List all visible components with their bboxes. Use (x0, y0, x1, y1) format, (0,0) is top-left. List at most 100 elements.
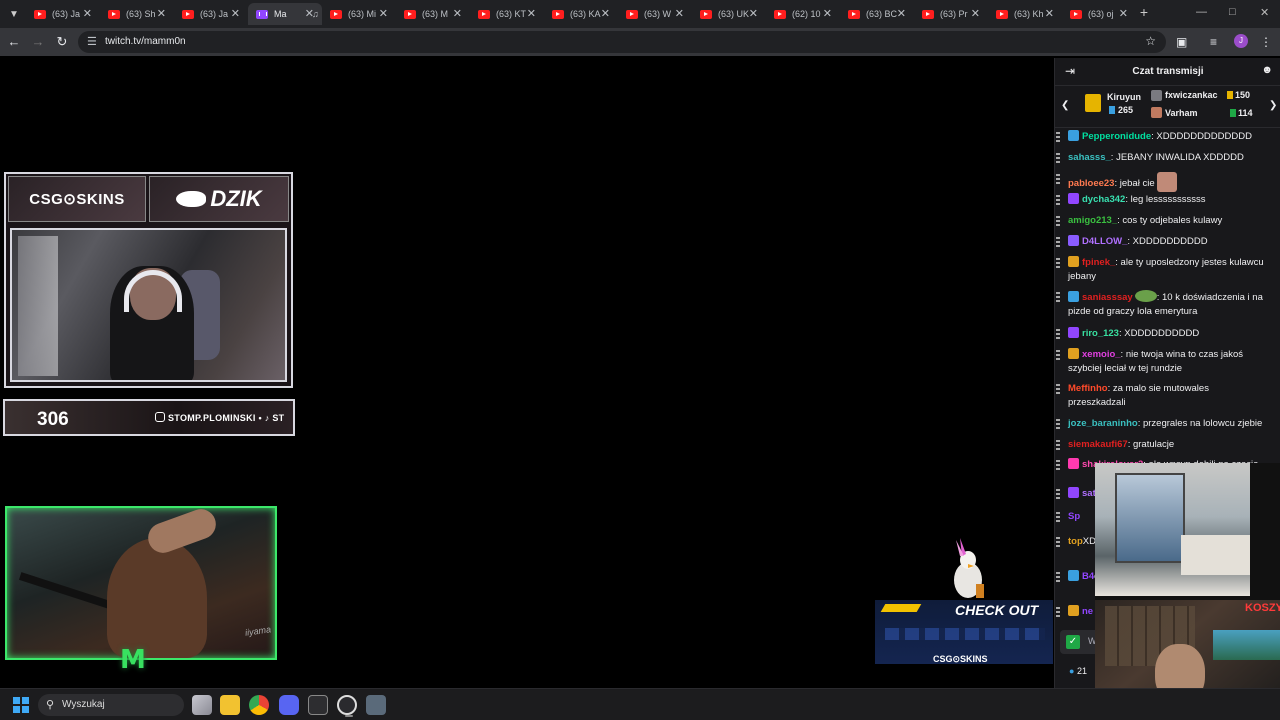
chat-message[interactable]: joze_baraninho: przegrales na lolowcu zj… (1068, 417, 1264, 431)
terminal-icon[interactable] (308, 695, 328, 715)
close-tab-icon[interactable]: ✕ (971, 7, 980, 20)
minimize-icon[interactable]: — (1196, 6, 1207, 18)
browser-tab[interactable]: Ma ♫ ✕ (248, 3, 322, 25)
user-badge-icon[interactable] (1068, 458, 1079, 469)
user-badge-icon[interactable] (1068, 487, 1079, 498)
chat-username[interactable]: ne (1082, 606, 1093, 617)
picture-in-picture-webcam[interactable]: KOSZYK (1095, 463, 1280, 720)
chat-message[interactable]: riro_123: XDDDDDDDDDD (1068, 327, 1264, 341)
chrome-icon[interactable] (249, 695, 269, 715)
chat-message[interactable]: Meffinho: za malo sie mutowales przeszka… (1068, 382, 1264, 410)
browser-tab[interactable]: (62) 10 ✕ (766, 3, 840, 25)
reload-icon[interactable]: ↻ (54, 34, 70, 50)
browser-tab[interactable]: (63) Mi ✕ (322, 3, 396, 25)
browser-tab[interactable]: (63) Sh ✕ (100, 3, 174, 25)
chat-message[interactable]: saniasssay: 10 k doświadczenia i na pizd… (1068, 290, 1264, 319)
user-badge-icon[interactable] (1068, 193, 1079, 204)
browser-tab[interactable]: (63) Pr ✕ (914, 3, 988, 25)
close-tab-icon[interactable]: ✕ (305, 7, 314, 20)
chat-username[interactable]: D4LLOW_ (1082, 236, 1127, 247)
file-explorer-icon[interactable] (192, 695, 212, 715)
chat-username[interactable]: riro_123 (1082, 328, 1119, 339)
browser-tab[interactable]: (63) M ✕ (396, 3, 470, 25)
close-tab-icon[interactable]: ✕ (897, 7, 906, 20)
close-tab-icon[interactable]: ✕ (823, 7, 832, 20)
extensions-icon[interactable]: ▣ (1176, 34, 1187, 50)
browser-tab[interactable]: (63) oj ✕ (1062, 3, 1136, 25)
user-badge-icon[interactable] (1068, 605, 1079, 616)
windows-start-icon[interactable] (13, 697, 29, 713)
channel-points[interactable]: ● 21 (1069, 666, 1087, 676)
obs-icon[interactable] (337, 695, 357, 717)
new-tab-button[interactable]: + (1136, 4, 1152, 20)
close-tab-icon[interactable]: ✕ (675, 7, 684, 20)
user-badge-icon[interactable] (1068, 235, 1079, 246)
chat-message[interactable]: sahasss_: JEBANY INWALIDA XDDDDD (1068, 151, 1264, 165)
close-tab-icon[interactable]: ✕ (527, 7, 536, 20)
close-window-icon[interactable]: ✕ (1260, 6, 1269, 19)
browser-tab[interactable]: (63) W ✕ (618, 3, 692, 25)
close-tab-icon[interactable]: ✕ (379, 7, 388, 20)
browser-tab[interactable]: (63) BC ✕ (840, 3, 914, 25)
chat-username[interactable]: Sp (1068, 511, 1080, 522)
close-tab-icon[interactable]: ✕ (749, 7, 758, 20)
chat-username[interactable]: saniasssay (1082, 292, 1133, 303)
media-control-icon[interactable]: ≡ (1210, 34, 1217, 50)
chat-message[interactable]: amigo213_: cos ty odjebales kulawy (1068, 214, 1264, 228)
chat-message[interactable]: D4LLOW_: XDDDDDDDDDD (1068, 235, 1264, 249)
chat-username[interactable]: pabloee23 (1068, 178, 1114, 189)
user-badge-icon[interactable] (1068, 291, 1079, 302)
chat-username[interactable]: amigo213_ (1068, 215, 1117, 226)
promo-banner[interactable]: CHECK OUT CSG⊙SKINS (875, 600, 1053, 664)
close-tab-icon[interactable]: ✕ (1119, 7, 1128, 20)
chat-message[interactable]: dycha342: leg lesssssssssss (1068, 193, 1264, 207)
url-text[interactable]: twitch.tv/mamm0n (105, 36, 186, 47)
browser-tab[interactable]: (63) Kh ✕ (988, 3, 1062, 25)
chat-username[interactable]: B4 (1082, 571, 1094, 582)
discord-icon[interactable] (279, 695, 299, 715)
chat-username[interactable]: xemoio_ (1082, 349, 1121, 360)
leaderboard-prev-icon[interactable]: ❮ (1061, 100, 1069, 111)
address-bar[interactable]: ☰ twitch.tv/mamm0n ☆ (78, 31, 1166, 53)
app-icon[interactable] (366, 695, 386, 715)
browser-tab[interactable]: (63) Ja ✕ (26, 3, 100, 25)
forward-icon[interactable]: → (30, 34, 46, 50)
close-tab-icon[interactable]: ✕ (83, 7, 92, 20)
folder-icon[interactable] (220, 695, 240, 715)
leaderboard-next-icon[interactable]: ❯ (1269, 100, 1277, 111)
chat-username[interactable]: joze_baraninho (1068, 418, 1138, 429)
taskbar-search[interactable]: ⚲ Wyszukaj (38, 694, 184, 716)
chat-username[interactable]: top (1068, 536, 1083, 547)
user-badge-icon[interactable] (1068, 256, 1079, 267)
close-tab-icon[interactable]: ✕ (157, 7, 166, 20)
user-badge-icon[interactable] (1068, 570, 1079, 581)
close-tab-icon[interactable]: ✕ (453, 7, 462, 20)
chat-username[interactable]: sahasss_ (1068, 152, 1111, 163)
user-badge-icon[interactable] (1068, 327, 1079, 338)
browser-tab[interactable]: (63) KA ✕ (544, 3, 618, 25)
bookmark-star-icon[interactable]: ☆ (1145, 34, 1156, 48)
maximize-icon[interactable]: □ (1229, 6, 1236, 18)
browser-tab[interactable]: (63) UK ✕ (692, 3, 766, 25)
chat-message[interactable]: xemoio_: nie twoja wina to czas jakoś sz… (1068, 348, 1264, 376)
chat-message[interactable]: siemakaufi67: gratulacje (1068, 438, 1264, 452)
chat-username[interactable]: siemakaufi67 (1068, 439, 1128, 450)
chat-username[interactable]: dycha342 (1082, 194, 1125, 205)
back-icon[interactable]: ← (6, 34, 22, 50)
chat-username[interactable]: Pepperonidude (1082, 131, 1151, 142)
menu-icon[interactable]: ⋮ (1260, 34, 1272, 50)
user-badge-icon[interactable] (1068, 348, 1079, 359)
close-tab-icon[interactable]: ✕ (231, 7, 240, 20)
profile-avatar[interactable]: J (1234, 34, 1248, 48)
browser-tab[interactable]: (63) KT ✕ (470, 3, 544, 25)
close-tab-icon[interactable]: ✕ (601, 7, 610, 20)
tab-search-icon[interactable]: ▼ (4, 4, 24, 24)
close-tab-icon[interactable]: ✕ (1045, 7, 1054, 20)
browser-tab[interactable]: (63) Ja ✕ (174, 3, 248, 25)
chat-username[interactable]: fpinek_ (1082, 257, 1115, 268)
chat-message[interactable]: Pepperonidude: XDDDDDDDDDDDDD (1068, 130, 1264, 144)
community-icon[interactable]: ☻ (1261, 64, 1273, 76)
video-player[interactable]: CSG⊙SKINS DZIK 306 STOMP.PLOMINSKI • ♪ S… (0, 58, 1054, 688)
chat-username[interactable]: sat (1082, 488, 1096, 499)
chat-message[interactable]: pabloee23: jebał cie (1068, 172, 1264, 192)
